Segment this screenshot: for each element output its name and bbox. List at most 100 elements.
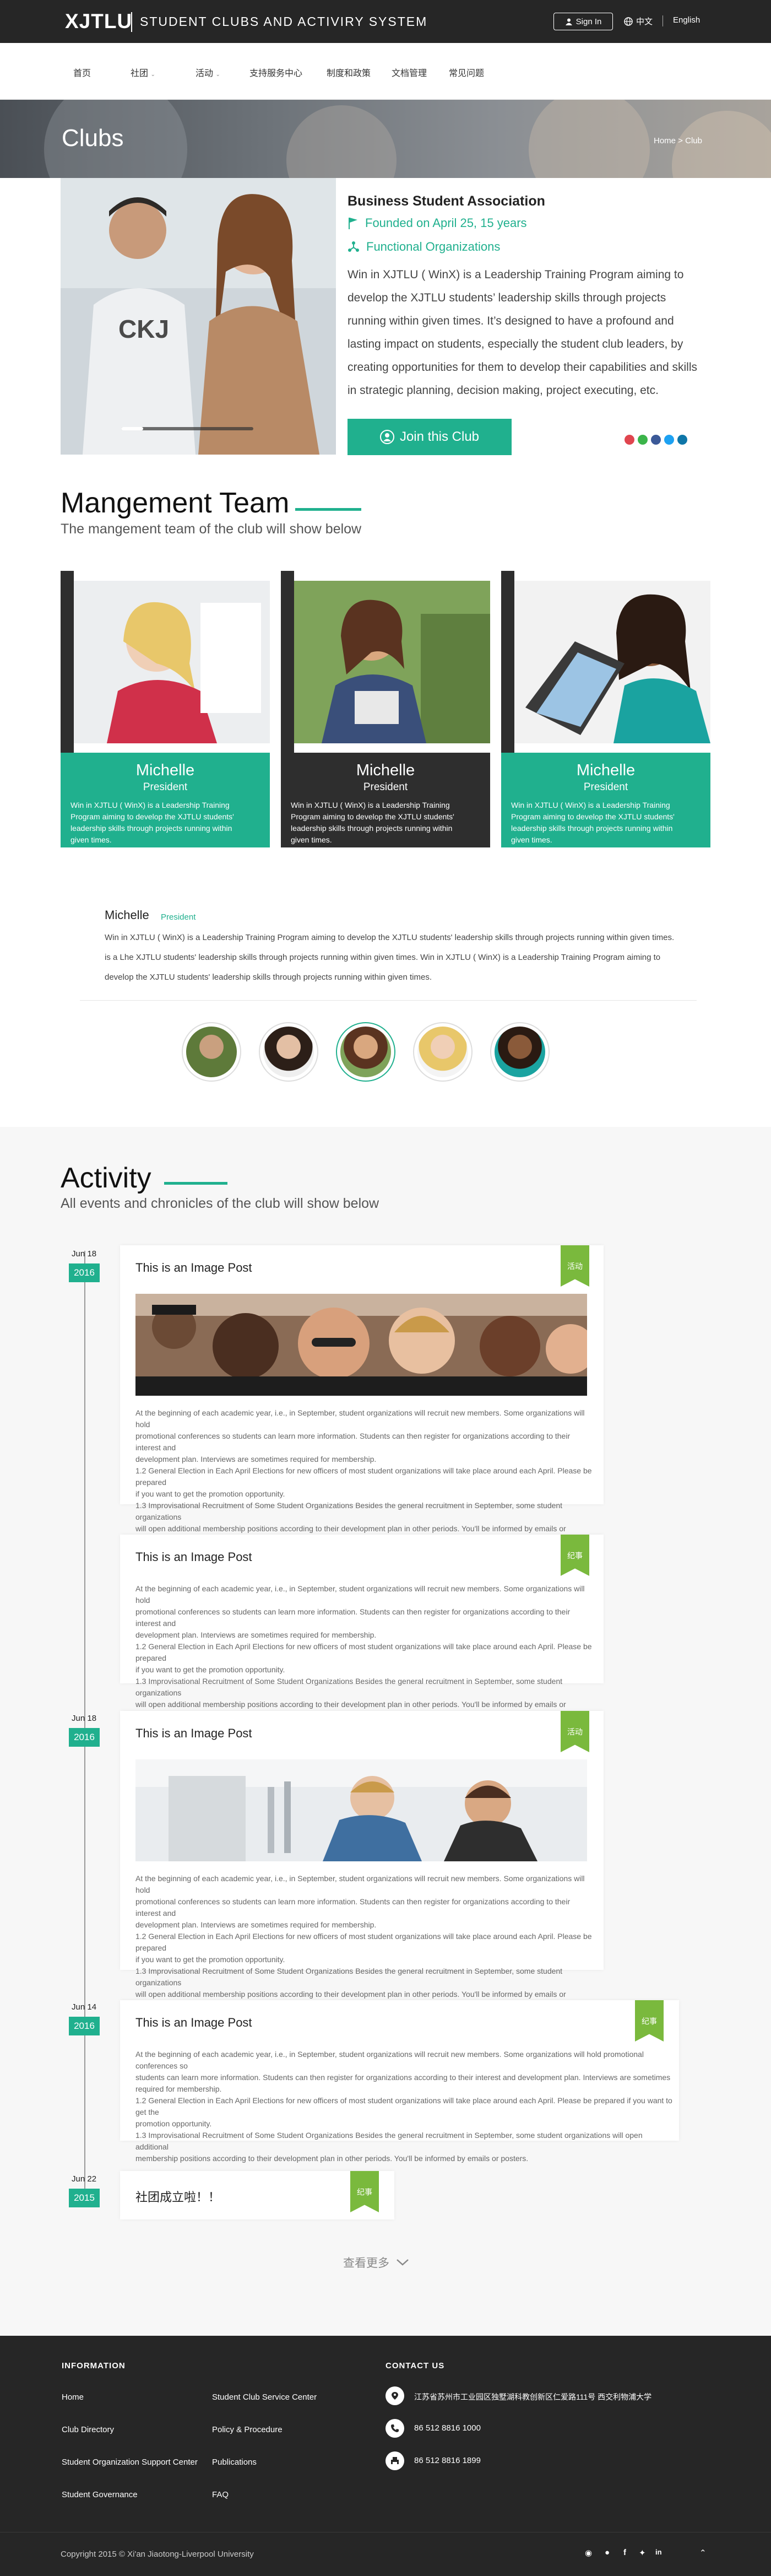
footer-link[interactable]: FAQ (212, 2490, 229, 2499)
footer-link[interactable]: Student Club Service Center (212, 2393, 317, 2402)
linkedin-icon[interactable] (677, 435, 687, 445)
breadcrumb[interactable]: Home > Club (654, 136, 702, 145)
post-text-line: students can learn more information. Stu… (135, 2073, 671, 2082)
nav-item-clubs-label: 社团 (131, 69, 149, 78)
chevron-down-icon: ⌄ (215, 72, 220, 78)
post-text-line: 1.2 General Election in Each April Elect… (135, 2096, 672, 2116)
footer-link[interactable]: Club Directory (62, 2425, 114, 2434)
flag-icon (349, 218, 357, 229)
team-card[interactable]: Michelle President Win in XJTLU ( WinX) … (501, 571, 710, 847)
activity-post[interactable]: This is an Image Post 纪事 At the beginnin… (120, 1535, 604, 1720)
post-text-line: At the beginning of each academic year, … (135, 2050, 644, 2070)
post-text-line: 1.3 Improvisational Recruitment of Some … (135, 1967, 563, 1987)
view-more-button[interactable]: 查看更多 (343, 2254, 409, 2271)
activity-post[interactable]: This is an Image Post 活动 At the beginnin… (120, 1711, 604, 2010)
footer-contact-title: CONTACT US (386, 2361, 445, 2370)
team-card[interactable]: Michelle President Win in XJTLU ( WinX) … (281, 571, 490, 847)
club-description: Win in XJTLU ( WinX) is a Leadership Tra… (348, 268, 698, 397)
nav-item-policy[interactable]: 制度和政策 (327, 66, 371, 79)
footer-link[interactable]: Student Governance (62, 2490, 138, 2499)
divider (80, 1000, 697, 1001)
post-text-line: At the beginning of each academic year, … (135, 1584, 585, 1605)
weibo-icon[interactable]: ◉ (585, 2548, 592, 2558)
activity-post[interactable]: This is an Image Post 活动 At the beginnin… (120, 1245, 604, 1544)
post-text: At the beginning of each academic year, … (135, 1583, 593, 1722)
activity-post[interactable]: 社团成立啦！！ 纪事 (120, 2171, 394, 2219)
post-text-line: if you want to get the promotion opportu… (135, 1489, 285, 1498)
member-detail-role: President (161, 912, 196, 922)
footer-fax: 86 512 8816 1899 (414, 2456, 481, 2465)
post-title: This is an Image Post (135, 1726, 252, 1740)
avatar[interactable] (336, 1022, 395, 1082)
member-detail-name: Michelle (105, 908, 149, 922)
nav-item-support[interactable]: 支持服务中心 (249, 66, 302, 79)
nav-item-home[interactable]: 首页 (73, 66, 91, 79)
join-club-button[interactable]: Join this Club (348, 419, 512, 455)
member-bio: Win in XJTLU ( WinX) is a Leadership Tra… (70, 801, 234, 844)
avatar[interactable] (182, 1022, 241, 1082)
facebook-icon[interactable] (651, 435, 661, 445)
team-section-subtitle: The mangement team of the club will show… (61, 521, 362, 537)
nav-item-activity[interactable]: 活动 ⌄ (196, 66, 220, 79)
lang-zh-link[interactable]: 中文 (624, 15, 653, 27)
post-title: This is an Image Post (135, 1550, 252, 1564)
post-text-line: 1.2 General Election in Each April Elect… (135, 1466, 592, 1487)
member-photo (74, 581, 270, 743)
signin-button[interactable]: Sign In (553, 13, 613, 30)
timeline-date: Jun 14 (72, 2002, 97, 2012)
linkedin-icon[interactable]: in (655, 2548, 662, 2556)
team-card-body: Michelle President Win in XJTLU ( WinX) … (281, 753, 490, 847)
club-photo: CKJ (61, 178, 336, 455)
view-more-label: 查看更多 (343, 2257, 389, 2270)
post-text-line: if you want to get the promotion opportu… (135, 1955, 285, 1964)
system-title: STUDENT CLUBS AND ACTIVIRY SYSTEM (140, 14, 428, 29)
post-text-line: if you want to get the promotion opportu… (135, 1665, 285, 1674)
nav-item-clubs[interactable]: 社团 ⌄ (131, 66, 155, 79)
post-text-line: 1.2 General Election in Each April Elect… (135, 1642, 592, 1662)
post-tag: 活动 (561, 1245, 589, 1287)
footer-link[interactable]: Policy & Procedure (212, 2425, 283, 2434)
logo[interactable]: XJTLU (65, 10, 132, 33)
post-text-line: membership positions according to their … (135, 2154, 529, 2163)
weibo-icon[interactable] (625, 435, 634, 445)
avatar[interactable] (413, 1022, 473, 1082)
globe-icon (624, 17, 633, 26)
footer-phone: 86 512 8816 1000 (414, 2423, 481, 2433)
post-text-line: 1.3 Improvisational Recruitment of Some … (135, 1501, 563, 1521)
lang-en-link[interactable]: English (673, 15, 700, 25)
footer-info-title: INFORMATION (62, 2361, 126, 2370)
wechat-icon[interactable]: ● (605, 2548, 610, 2557)
chevron-down-icon: ⌄ (150, 72, 155, 78)
club-name: Business Student Association (348, 193, 545, 209)
timeline-line (84, 1251, 85, 2199)
activity-section-title: Activity (61, 1162, 151, 1194)
member-detail-line: Win in XJTLU ( WinX) is a Leadership Tra… (105, 933, 675, 942)
footer-link[interactable]: Student Organization Support Center (62, 2458, 198, 2467)
twitter-icon[interactable]: ✦ (639, 2548, 646, 2558)
timeline-date: Jun 18 (72, 1714, 97, 1723)
nav-item-docs[interactable]: 文档管理 (392, 66, 427, 79)
post-text-line: promotion opportunity. (135, 2119, 212, 2128)
team-section-title: Mangement Team (61, 487, 290, 519)
fax-icon (386, 2451, 404, 2470)
back-to-top-icon[interactable]: ⌃ (699, 2548, 707, 2558)
avatar[interactable] (259, 1022, 318, 1082)
activity-post[interactable]: This is an Image Post 纪事 At the beginnin… (120, 2000, 679, 2163)
wechat-icon[interactable] (638, 435, 648, 445)
timeline-year: 2016 (69, 1728, 100, 1747)
member-role: President (363, 781, 408, 793)
avatar[interactable] (490, 1022, 550, 1082)
footer-link[interactable]: Publications (212, 2458, 257, 2467)
nav-item-faq[interactable]: 常见问题 (449, 66, 484, 79)
twitter-icon[interactable] (664, 435, 674, 445)
team-card[interactable]: Michelle President Win in XJTLU ( WinX) … (61, 571, 270, 847)
nav-item-activity-label: 活动 (196, 69, 214, 78)
activity-section-subtitle: All events and chronicles of the club wi… (61, 1196, 379, 1211)
club-category: Functional Organizations (348, 240, 500, 254)
member-role: President (143, 781, 188, 793)
timeline-date: Jun 22 (72, 2174, 97, 2184)
join-club-label: Join this Club (399, 429, 480, 444)
facebook-icon[interactable]: f (623, 2548, 626, 2557)
post-tag: 纪事 (561, 1535, 589, 1576)
footer-link[interactable]: Home (62, 2393, 84, 2402)
